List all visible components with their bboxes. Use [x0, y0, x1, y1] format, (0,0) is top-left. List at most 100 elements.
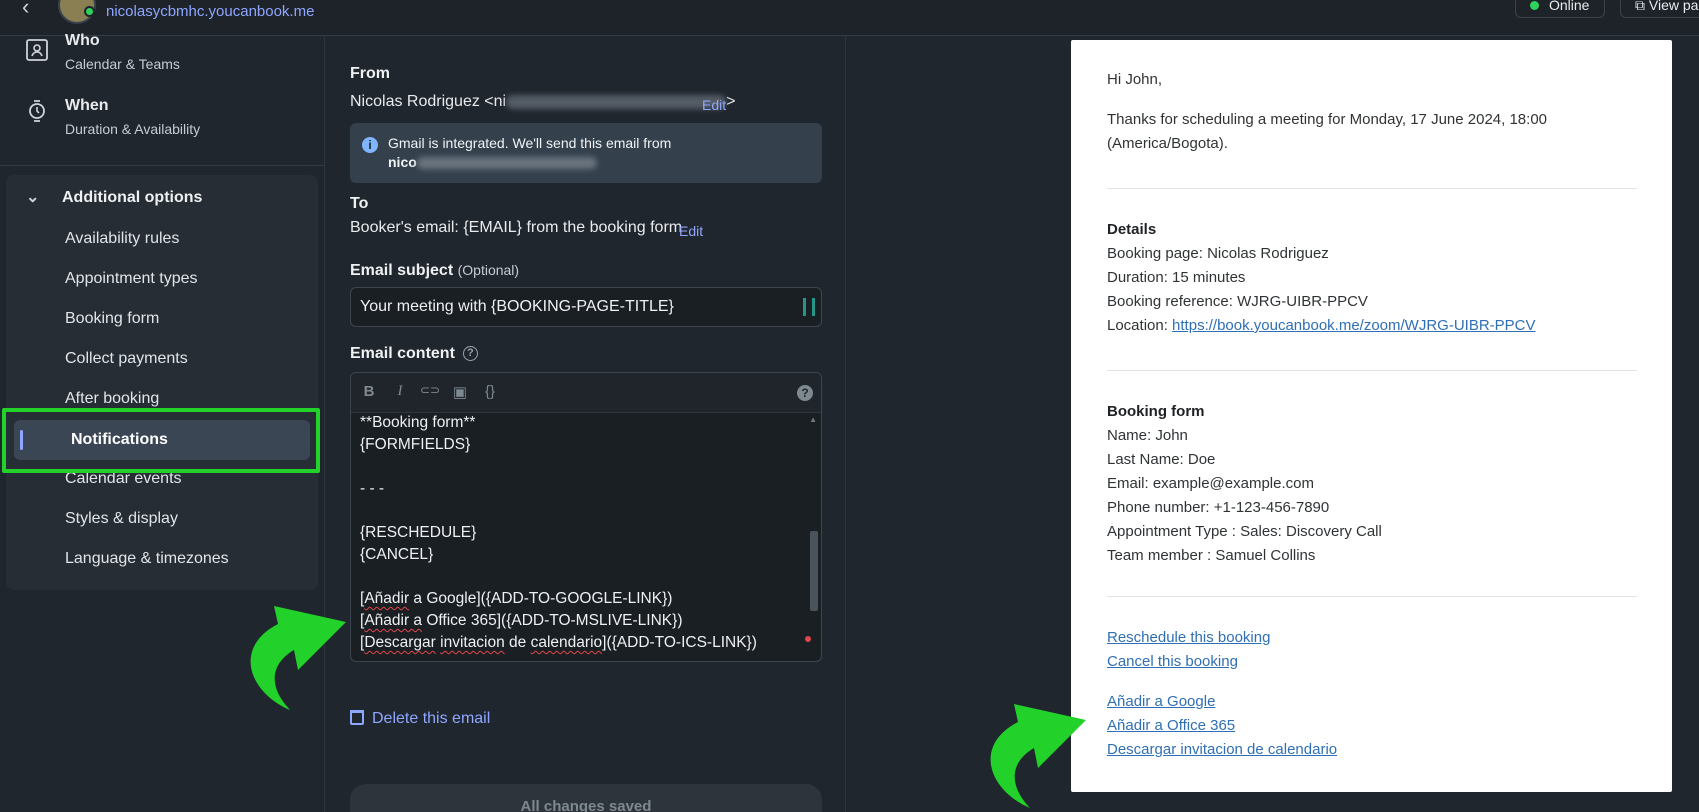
detail-line: Booking page: Nicolas Rodriguez	[1107, 245, 1329, 262]
redacted-email	[416, 157, 597, 170]
gmail-info-box: i Gmail is integrated. We'll send this e…	[350, 123, 822, 183]
info-icon: i	[362, 137, 378, 153]
editor-toolbar: B I ⊂⊃ ▣ {} ?	[351, 373, 821, 413]
download-ics-link[interactable]: Descargar invitacion de calendario	[1107, 741, 1337, 758]
delete-label: Delete this email	[372, 710, 491, 727]
location-line: Location: https://book.youcanbook.me/zoo…	[1107, 317, 1536, 334]
from-suffix: >	[726, 93, 736, 110]
image-icon[interactable]: ▣	[449, 383, 471, 403]
bold-button[interactable]: B	[358, 383, 380, 403]
text-cursor-icon	[803, 298, 815, 316]
sidebar-item-after-booking[interactable]: After booking	[65, 390, 159, 408]
nav-step-subtitle: Duration & Availability	[65, 121, 201, 137]
left-navigation: Who Calendar & Teams When Duration & Ava…	[0, 32, 325, 812]
editor-help-icon[interactable]: ?	[797, 385, 813, 401]
intro-text: Thanks for scheduling a meeting for Mond…	[1107, 111, 1548, 128]
sidebar-item-notifications[interactable]: Notifications	[14, 420, 310, 460]
editor-scrollbar[interactable]	[810, 531, 818, 611]
cancel-link[interactable]: Cancel this booking	[1107, 653, 1238, 670]
add-to-office-link[interactable]: Añadir a Office 365	[1107, 717, 1235, 734]
sidebar-item-styles-display[interactable]: Styles & display	[65, 510, 178, 528]
email-content-label: Email content?	[350, 345, 478, 363]
editor-line: {FORMFIELDS}	[360, 436, 471, 453]
view-page-label: View page	[1648, 0, 1699, 13]
divider	[1107, 370, 1637, 371]
editor-text-area[interactable]: **Booking form** {FORMFIELDS} - - - {RES…	[360, 412, 757, 654]
info-text: Gmail is integrated. We'll send this ema…	[388, 135, 672, 151]
form-field-line: Name: John	[1107, 427, 1188, 444]
save-status-label: All changes saved	[520, 798, 652, 812]
details-title: Details	[1107, 221, 1157, 238]
editor-line: {CANCEL}	[360, 546, 434, 563]
nav-divider	[0, 165, 325, 166]
active-indicator	[20, 430, 23, 450]
delete-email-button[interactable]: Delete this email	[350, 710, 490, 728]
email-subject-input[interactable]: Your meeting with {BOOKING-PAGE-TITLE}	[350, 287, 822, 327]
sidebar-item-label: Notifications	[71, 431, 168, 448]
sidebar-item-language-timezones[interactable]: Language & timezones	[65, 550, 229, 568]
editor-line: {RESCHEDULE}	[360, 524, 477, 541]
email-preview-card: Hi John, Thanks for scheduling a meeting…	[1071, 40, 1672, 792]
edit-from-link[interactable]: Edit	[702, 97, 726, 113]
from-value: Nicolas Rodriguez <ni >	[350, 93, 735, 111]
form-field-line: Phone number: +1-123-456-7890	[1107, 499, 1330, 516]
form-field-line: Last Name: Doe	[1107, 451, 1216, 468]
booking-page-domain[interactable]: nicolasycbmhc.youcanbook.me	[106, 3, 314, 20]
email-editor: From Nicolas Rodriguez <ni > Edit i Gmail…	[326, 37, 846, 812]
spellcheck-indicator-icon	[805, 636, 811, 642]
back-arrow-icon[interactable]: ‹	[22, 0, 29, 20]
save-status-bar: All changes saved	[350, 784, 822, 812]
editor-line-office: [Añadir a Office 365]({ADD-TO-MSLIVE-LIN…	[360, 612, 683, 629]
sidebar-item-booking-form[interactable]: Booking form	[65, 310, 159, 328]
greeting: Hi John,	[1107, 71, 1163, 88]
help-icon[interactable]: ?	[462, 346, 478, 362]
online-status-dot	[84, 6, 95, 17]
edit-to-link[interactable]: Edit	[679, 223, 703, 239]
booking-form-title: Booking form	[1107, 403, 1205, 420]
divider	[1107, 188, 1637, 189]
reschedule-link[interactable]: Reschedule this booking	[1107, 629, 1270, 646]
link-icon[interactable]: ⊂⊃	[419, 383, 441, 403]
intro-timezone: (America/Bogota).	[1107, 135, 1228, 152]
redacted-email	[506, 94, 727, 109]
sidebar-item-appointment-types[interactable]: Appointment types	[65, 270, 198, 288]
editor-line: **Booking form**	[360, 414, 476, 431]
nav-step-when[interactable]: When Duration & Availability	[0, 92, 325, 152]
nav-step-title: Who	[65, 32, 100, 49]
to-label: To	[350, 195, 369, 212]
scroll-up-icon[interactable]: ▲	[809, 415, 817, 424]
sidebar-item-availability-rules[interactable]: Availability rules	[65, 230, 179, 248]
external-link-icon: ⧉	[1635, 0, 1649, 13]
email-preview-pane: Hi John, Thanks for scheduling a meeting…	[847, 37, 1699, 812]
sidebar-item-collect-payments[interactable]: Collect payments	[65, 350, 188, 368]
sidebar-item-calendar-events[interactable]: Calendar events	[65, 470, 182, 488]
code-braces-icon[interactable]: {}	[479, 383, 501, 403]
calendar-team-icon	[26, 39, 48, 61]
additional-options-toggle[interactable]: ⌄ Additional options	[26, 187, 202, 207]
additional-options-title: Additional options	[62, 189, 203, 206]
status-dot-icon	[1530, 1, 1539, 10]
divider	[1107, 596, 1637, 597]
nav-step-subtitle: Calendar & Teams	[65, 56, 180, 72]
from-name: Nicolas Rodriguez <ni	[350, 93, 507, 110]
form-field-line: Team member : Samuel Collins	[1107, 547, 1316, 564]
subject-value: Your meeting with {BOOKING-PAGE-TITLE}	[360, 298, 674, 315]
editor-line: - - -	[360, 480, 385, 497]
online-status-button[interactable]: Online	[1515, 0, 1605, 18]
nav-step-who[interactable]: Who Calendar & Teams	[0, 23, 325, 83]
form-field-line: Appointment Type : Sales: Discovery Call	[1107, 523, 1382, 540]
italic-button[interactable]: I	[389, 383, 411, 403]
detail-line: Duration: 15 minutes	[1107, 269, 1246, 286]
watch-icon	[29, 100, 45, 122]
location-link[interactable]: https://book.youcanbook.me/zoom/WJRG-UIB…	[1172, 317, 1535, 334]
email-content-editor[interactable]: B I ⊂⊃ ▣ {} ? **Booking form** {FORMFIEL…	[350, 372, 822, 662]
view-page-button[interactable]: ⧉ View page	[1620, 0, 1699, 18]
status-label: Online	[1549, 0, 1590, 13]
detail-line: Booking reference: WJRG-UIBR-PPCV	[1107, 293, 1368, 310]
nav-step-title: When	[65, 97, 109, 114]
email-subject-label: Email subject (Optional)	[350, 262, 520, 279]
to-value: Booker's email: {EMAIL} from the booking…	[350, 219, 683, 236]
chevron-down-icon: ⌄	[26, 189, 40, 206]
add-to-google-link[interactable]: Añadir a Google	[1107, 693, 1215, 710]
trash-icon	[350, 710, 364, 725]
